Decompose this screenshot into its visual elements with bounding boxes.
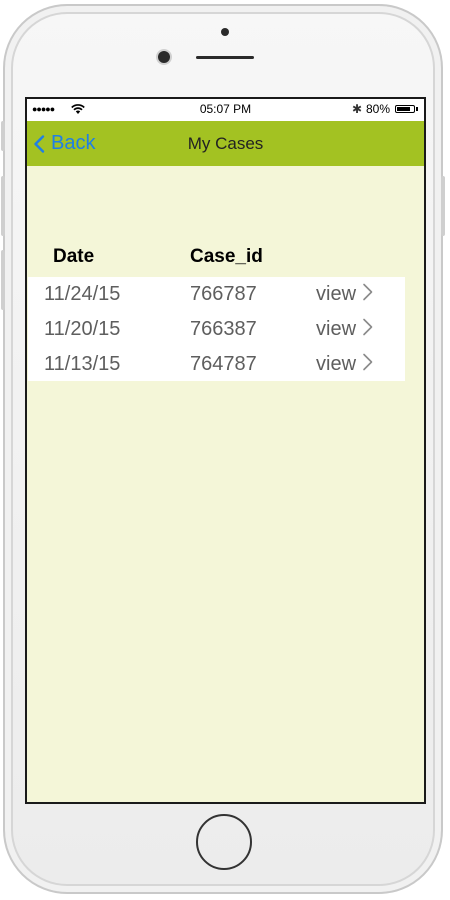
case-id: 764787 (190, 353, 257, 375)
chevron-right-icon (363, 283, 373, 300)
battery-level (397, 107, 410, 111)
view-case-link[interactable]: view (316, 283, 374, 306)
case-id: 766387 (190, 318, 257, 340)
mute-switch (1, 121, 5, 151)
volume-up-button (1, 176, 5, 236)
status-time: 05:07 PM (199, 102, 252, 116)
view-label: view (316, 353, 357, 375)
cases-table: 11/24/15 766787 view 11/20/15 766387 vie… (28, 277, 405, 381)
chevron-right-icon (363, 318, 373, 335)
view-label: view (316, 318, 357, 340)
front-camera (158, 51, 170, 63)
volume-down-button (1, 250, 5, 310)
view-case-link[interactable]: view (316, 318, 374, 341)
home-button[interactable] (196, 814, 252, 870)
battery-icon (395, 105, 415, 113)
column-header-date: Date (53, 246, 95, 267)
view-label: view (316, 283, 357, 305)
page-title: My Cases (187, 134, 264, 153)
view-case-link[interactable]: view (316, 353, 374, 376)
case-date: 11/20/15 (44, 318, 121, 340)
bluetooth-icon: ✱ (351, 102, 362, 116)
battery-percent: 80% (365, 102, 390, 116)
power-button (441, 176, 445, 236)
app-screen: ●●●●● 05:07 PM ✱ 80% Back My Cases Date … (25, 97, 426, 804)
table-row[interactable]: 11/24/15 766787 view (28, 277, 405, 311)
earpiece-speaker (196, 56, 254, 59)
case-date: 11/13/15 (44, 353, 121, 375)
status-bar: ●●●●● 05:07 PM ✱ 80% (27, 99, 424, 121)
battery-tip (416, 107, 418, 111)
case-id: 766787 (190, 283, 257, 305)
device-frame: ●●●●● 05:07 PM ✱ 80% Back My Cases Date … (0, 0, 450, 900)
chevron-right-icon (363, 353, 373, 370)
table-row[interactable]: 11/20/15 766387 view (28, 312, 405, 346)
case-date: 11/24/15 (44, 283, 121, 305)
table-row[interactable]: 11/13/15 764787 view (28, 347, 405, 381)
nav-bar: Back My Cases (27, 121, 424, 166)
column-header-case-id: Case_id (190, 246, 263, 267)
proximity-sensor (221, 28, 229, 36)
